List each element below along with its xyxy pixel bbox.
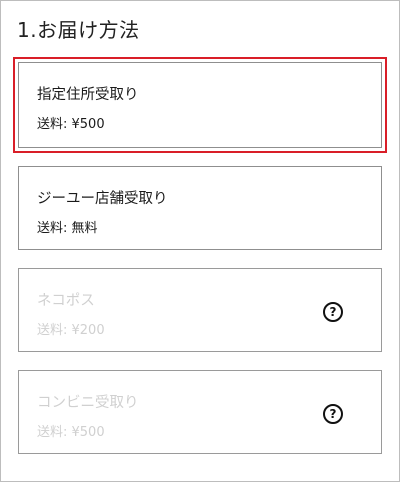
option-fee: 送料: ¥500 <box>37 117 105 132</box>
option-name: コンビニ受取り <box>37 395 139 411</box>
option-name: 指定住所受取り <box>37 87 139 103</box>
delivery-option-nekopos: ネコポス 送料: ¥200 ? <box>18 268 382 352</box>
option-fee: 送料: 無料 <box>37 221 98 236</box>
question-circle-icon[interactable]: ? <box>323 404 343 424</box>
delivery-option-gu-store[interactable]: ジーユー店舗受取り 送料: 無料 <box>18 166 382 250</box>
option-name: ネコポス <box>37 293 95 309</box>
question-circle-icon[interactable]: ? <box>323 302 343 322</box>
option-name: ジーユー店舗受取り <box>37 191 168 207</box>
delivery-option-home-address[interactable]: 指定住所受取り 送料: ¥500 <box>13 57 387 153</box>
option-fee: 送料: ¥200 <box>37 323 105 338</box>
option-fee: 送料: ¥500 <box>37 425 105 440</box>
section-title: 1.お届け方法 <box>17 18 140 42</box>
delivery-option-convenience-store: コンビニ受取り 送料: ¥500 ? <box>18 370 382 454</box>
